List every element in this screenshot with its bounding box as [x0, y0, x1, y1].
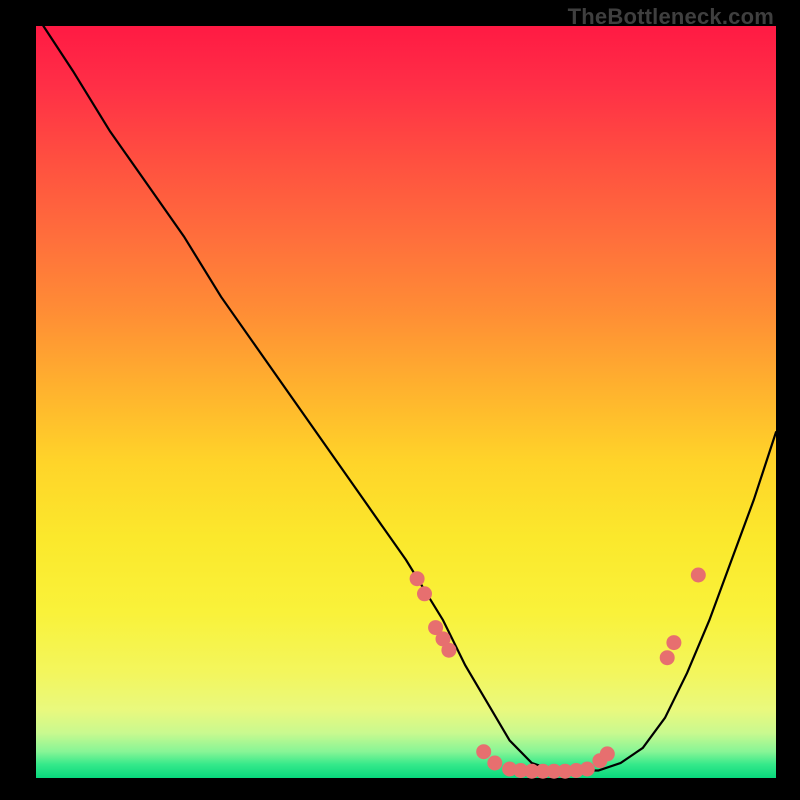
chart-frame: TheBottleneck.com: [0, 0, 800, 800]
data-point: [417, 586, 432, 601]
data-point: [487, 756, 502, 771]
data-point: [410, 571, 425, 586]
data-point: [441, 643, 456, 658]
data-point: [660, 650, 675, 665]
curve-layer: [36, 26, 776, 778]
plot-area: [36, 26, 776, 778]
data-point: [666, 635, 681, 650]
data-point: [476, 744, 491, 759]
data-point: [580, 762, 595, 777]
data-point: [691, 568, 706, 583]
watermark-text: TheBottleneck.com: [568, 4, 774, 30]
marker-group: [410, 568, 706, 779]
data-point: [600, 746, 615, 761]
